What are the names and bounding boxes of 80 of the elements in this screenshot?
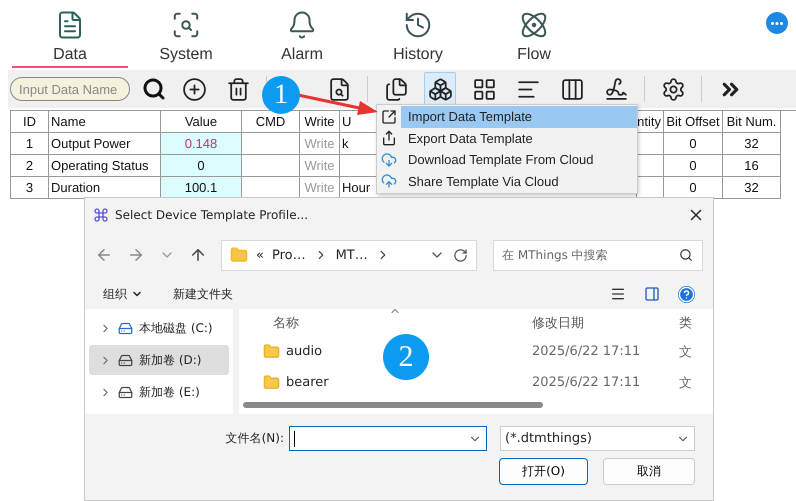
table-cell: 32 [723,177,781,199]
table-cell [242,155,300,177]
column-header: Bit Offset [664,111,723,133]
drive-item[interactable]: 新加卷 (E:) [89,377,229,407]
nav-tab[interactable]: System [128,0,244,68]
column-header: ntity [637,111,664,133]
nav-tab[interactable]: History [360,0,476,68]
forward-icon[interactable] [127,246,145,264]
address-bar[interactable]: « Pro… MT… [221,240,477,270]
history-icon [403,10,433,40]
file-date: 2025/6/22 17:11 [531,375,642,390]
table-cell [637,155,664,177]
file-name: audio [286,344,322,359]
table-cell: Output Power [49,133,161,155]
open-button[interactable]: 打开(O) [499,458,588,485]
table-cell [242,133,300,155]
search-icon [679,248,693,262]
table-cell [637,133,664,155]
search-field[interactable]: Input Data Name [10,77,130,101]
table-cell: Operating Status [49,155,161,177]
column-header: Value [161,111,242,133]
ellipsis-icon [771,22,783,24]
file-type: 文 [678,344,693,360]
nav-tab[interactable]: Alarm [244,0,360,68]
folder-icon [263,374,280,391]
file-type: 文 [678,374,693,392]
table-cell: Write [300,155,340,177]
back-icon[interactable] [95,246,113,264]
file-date: 2025/6/22 17:11 [531,344,642,359]
table-cell: 0 [664,155,723,177]
table-cell: Duration [49,177,161,199]
help-icon[interactable] [678,286,695,302]
view-icon[interactable] [610,286,626,302]
table-cell: 100.1 [161,177,242,199]
table-cell: Write [300,133,340,155]
table-cell: 2 [11,155,49,177]
table-cell: 1 [11,133,49,155]
table-cell: 3 [11,177,49,199]
drive-icon [118,384,133,400]
file-name: bearer [286,375,329,390]
drive-icon [118,320,133,336]
up-icon[interactable] [189,246,207,264]
table-cell: 0 [161,155,242,177]
table-cell: 0.148 [161,133,242,155]
toolbar-button[interactable]: 组织 [103,286,143,302]
filename-label: 文件名(N): [226,430,284,447]
scrollbar[interactable] [243,402,543,408]
drive-item[interactable]: 本地磁盘 (C:) [89,313,229,343]
column-header: Write [300,111,340,133]
menu-item[interactable]: Import Data Template [401,106,637,128]
column-header: Bit Num. [723,111,781,133]
search-icon[interactable] [142,77,166,101]
column-header: Name [49,111,161,133]
more-button[interactable] [766,12,788,34]
command-icon [93,206,109,222]
nav-tab[interactable]: Flow [476,0,592,68]
filename-field[interactable] [289,426,487,451]
cancel-button[interactable]: 取消 [603,458,695,485]
toolbar-button[interactable]: 新建文件夹 [173,286,233,302]
breadcrumb[interactable]: Pro… [272,248,306,262]
column-header: ID [11,111,49,133]
column-header: CMD [242,111,300,133]
breadcrumb-overflow[interactable]: « [256,248,264,262]
bell-icon [287,10,317,40]
column-header[interactable]: 名称 [239,314,524,332]
column-header[interactable]: 修改日期 [524,314,671,332]
column-header[interactable]: 类 [671,314,713,332]
nav-tab[interactable]: Data [12,0,128,68]
filter-dropdown[interactable]: (*.dtmthings) [500,426,695,451]
drive-item[interactable]: 新加卷 (D:) [89,345,229,375]
refresh-icon[interactable] [453,248,468,262]
folder-icon [230,246,248,264]
breadcrumb[interactable]: MT… [336,248,368,262]
table-cell: 32 [723,133,781,155]
drive-icon [118,352,133,368]
pane-icon[interactable] [644,286,660,302]
table-cell: 0 [664,133,723,155]
folder-icon [263,343,280,360]
table-cell: 16 [723,155,781,177]
dialog-title: Select Device Template Profile... [115,208,308,222]
